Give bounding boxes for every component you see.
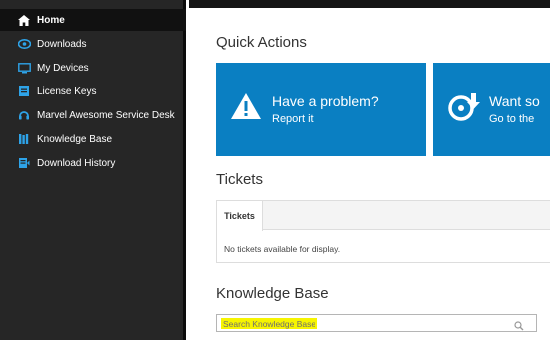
search-input[interactable]: [221, 318, 317, 329]
home-icon: [17, 14, 31, 26]
sidebar-item-downloads[interactable]: Downloads: [0, 33, 186, 55]
sidebar-item-my-devices[interactable]: My Devices: [0, 57, 186, 79]
sidebar-item-license-keys[interactable]: License Keys: [0, 80, 186, 102]
monitor-icon: [17, 62, 31, 74]
knowledge-base-title: Knowledge Base: [216, 285, 329, 302]
main-content: Quick Actions Have a problem? Report it …: [189, 8, 550, 340]
sidebar-item-label: My Devices: [37, 62, 89, 74]
card-subtitle: Go to the: [489, 113, 535, 125]
sidebar-item-knowledge-base[interactable]: Knowledge Base: [0, 128, 186, 150]
warning-icon: [230, 92, 262, 125]
sidebar-item-label: Home: [37, 14, 65, 26]
sidebar-item-download-history[interactable]: Download History: [0, 152, 186, 174]
tab-tickets[interactable]: Tickets: [217, 201, 263, 231]
key-icon: [17, 85, 31, 97]
sidebar-item-label: Knowledge Base: [37, 133, 113, 145]
cloud-icon: [17, 38, 31, 50]
tickets-title: Tickets: [216, 171, 263, 188]
tickets-panel: Tickets No tickets available for display…: [216, 200, 550, 263]
sidebar: Home Downloads My Devices License Keys M…: [0, 0, 186, 340]
sidebar-item-label: Marvel Awesome Service Desk: [37, 109, 175, 121]
history-icon: [17, 157, 31, 169]
download-disc-icon: [447, 92, 483, 127]
card-title: Have a problem?: [272, 93, 379, 109]
quick-actions-title: Quick Actions: [216, 34, 307, 51]
sidebar-item-service-desk[interactable]: Marvel Awesome Service Desk: [0, 104, 186, 126]
sidebar-item-label: License Keys: [37, 85, 97, 97]
sidebar-item-home[interactable]: Home: [0, 9, 186, 31]
sidebar-item-label: Downloads: [37, 38, 87, 50]
search-icon[interactable]: [514, 318, 524, 336]
download-software-card[interactable]: Want so Go to the: [433, 63, 550, 156]
tickets-empty-message: No tickets available for display.: [224, 244, 341, 254]
top-bar: [189, 0, 550, 8]
books-icon: [17, 133, 31, 145]
report-problem-card[interactable]: Have a problem? Report it: [216, 63, 426, 156]
card-title: Want so: [489, 93, 540, 109]
headset-icon: [17, 109, 31, 121]
sidebar-item-label: Download History: [37, 157, 116, 169]
card-subtitle: Report it: [272, 113, 314, 125]
knowledge-base-search: [216, 314, 537, 332]
tickets-tab-bar: [217, 201, 550, 230]
